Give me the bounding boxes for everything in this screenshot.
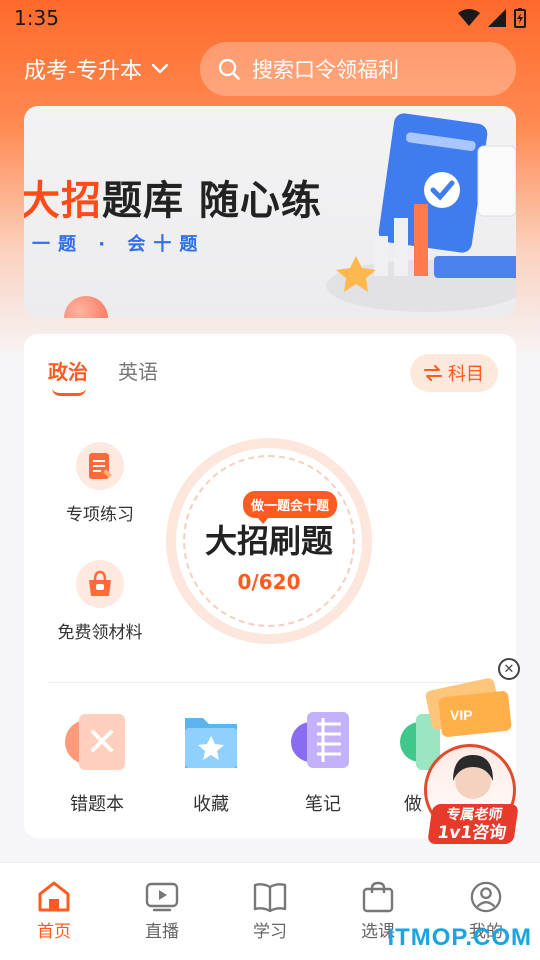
status-time: 1:35 xyxy=(14,6,59,30)
favorites-label: 收藏 xyxy=(193,794,229,815)
promo-banner[interactable]: 大招题库 随心练 一题 · 会十题 xyxy=(24,106,516,318)
wrong-book-button[interactable]: 错题本 xyxy=(42,706,152,816)
active-tab-indicator xyxy=(52,388,86,396)
home-icon xyxy=(38,881,70,912)
signal-icon xyxy=(488,9,506,27)
special-practice-label: 专项练习 xyxy=(66,505,134,525)
battery-icon xyxy=(514,8,526,28)
quiz-doc-icon xyxy=(76,442,124,490)
advisor-line1: 专属老师 xyxy=(445,807,504,823)
practice-progress: 0/620 xyxy=(237,570,301,594)
status-bar: 1:35 xyxy=(0,0,540,36)
big-practice-button[interactable]: 做一题会十题 大招刷题 0/620 xyxy=(166,438,372,644)
swap-icon xyxy=(424,365,442,381)
switch-subject-button[interactable]: 科目 xyxy=(410,354,498,392)
subject-tabs: 政治 英语 xyxy=(48,356,158,396)
search-input[interactable]: 搜索口令领福利 xyxy=(200,42,516,96)
live-icon xyxy=(145,882,179,912)
banner-decoration xyxy=(64,296,108,318)
banner-title: 大招题库 随心练 xyxy=(24,178,322,224)
vip-ticket-icon: VIP xyxy=(425,678,512,737)
tab-politics[interactable]: 政治 xyxy=(48,356,88,396)
svg-text:VIP: VIP xyxy=(450,707,473,723)
nav-home[interactable]: 首页 xyxy=(0,863,108,960)
shopping-bag-icon xyxy=(362,881,394,913)
advisor-line2: 1v1咨询 xyxy=(435,823,508,843)
nav-study[interactable]: 学习 xyxy=(216,863,324,960)
notes-button[interactable]: 笔记 xyxy=(268,706,378,816)
big-practice-inner: 做一题会十题 大招刷题 0/620 xyxy=(183,455,355,627)
profile-icon xyxy=(470,881,502,913)
notes-icon xyxy=(287,706,359,776)
special-practice-button[interactable]: 专项练习 xyxy=(40,442,160,525)
notes-label: 笔记 xyxy=(305,794,341,815)
search-icon xyxy=(218,58,240,80)
status-icons xyxy=(458,8,526,28)
star-folder-icon xyxy=(175,706,247,776)
search-placeholder: 搜索口令领福利 xyxy=(252,58,399,82)
tab-english[interactable]: 英语 xyxy=(118,356,158,385)
advisor-consult-button[interactable]: 专属老师 1v1咨询 xyxy=(427,804,519,844)
chevron-down-icon xyxy=(151,64,168,74)
book-icon xyxy=(253,883,287,913)
free-materials-label: 免费领材料 xyxy=(57,623,143,643)
wifi-icon xyxy=(458,9,480,26)
free-materials-button[interactable]: 免费领材料 xyxy=(40,560,160,643)
gift-bag-icon xyxy=(76,560,124,608)
wrong-book-icon xyxy=(61,706,133,776)
banner-illustration xyxy=(326,113,516,312)
practice-bubble: 做一题会十题 xyxy=(243,491,338,524)
exam-selector-label: 成考-专升本 xyxy=(24,59,142,84)
watermark: ITMOP.COM xyxy=(387,924,532,951)
nav-live[interactable]: 直播 xyxy=(108,863,216,960)
favorites-button[interactable]: 收藏 xyxy=(156,706,266,816)
wrong-book-label: 错题本 xyxy=(70,794,124,815)
banner-subtitle: 一题 · 会十题 xyxy=(32,234,206,255)
exam-selector[interactable]: 成考-专升本 xyxy=(24,53,168,85)
top-header: 成考-专升本 搜索口令领福利 xyxy=(0,40,540,98)
